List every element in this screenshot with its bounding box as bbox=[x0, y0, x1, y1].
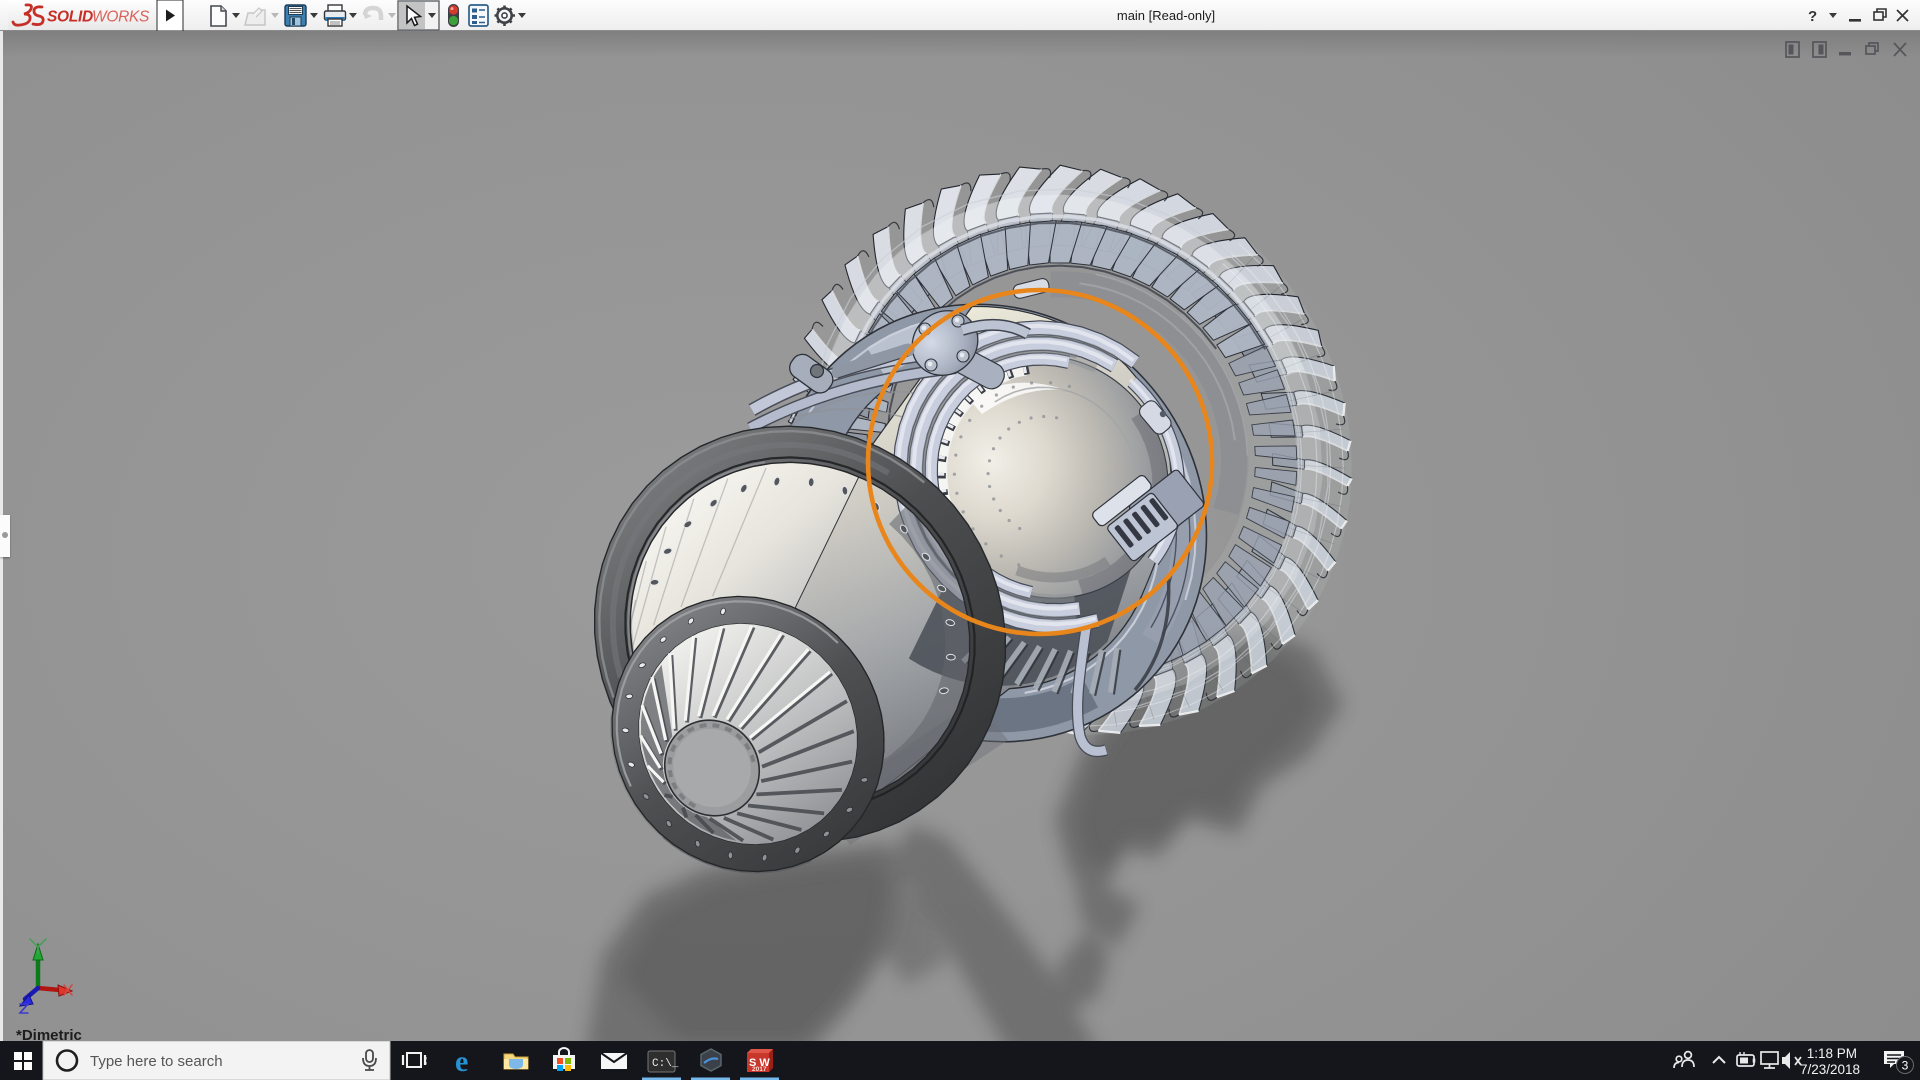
svg-text:1:18 PM: 1:18 PM bbox=[1807, 1046, 1857, 1061]
svg-text:e: e bbox=[455, 1045, 468, 1078]
svg-text:2017: 2017 bbox=[752, 1066, 767, 1073]
svg-text:?: ? bbox=[1808, 8, 1817, 25]
svg-text:Type here to search: Type here to search bbox=[90, 1053, 223, 1070]
svg-text:7/23/2018: 7/23/2018 bbox=[1800, 1062, 1860, 1077]
svg-text:SOLID: SOLID bbox=[47, 9, 93, 26]
svg-text:3: 3 bbox=[1902, 1059, 1909, 1073]
svg-text:*Dimetric: *Dimetric bbox=[16, 1027, 82, 1041]
svg-text:C:\_: C:\_ bbox=[652, 1058, 679, 1070]
svg-text:WORKS: WORKS bbox=[92, 9, 150, 26]
